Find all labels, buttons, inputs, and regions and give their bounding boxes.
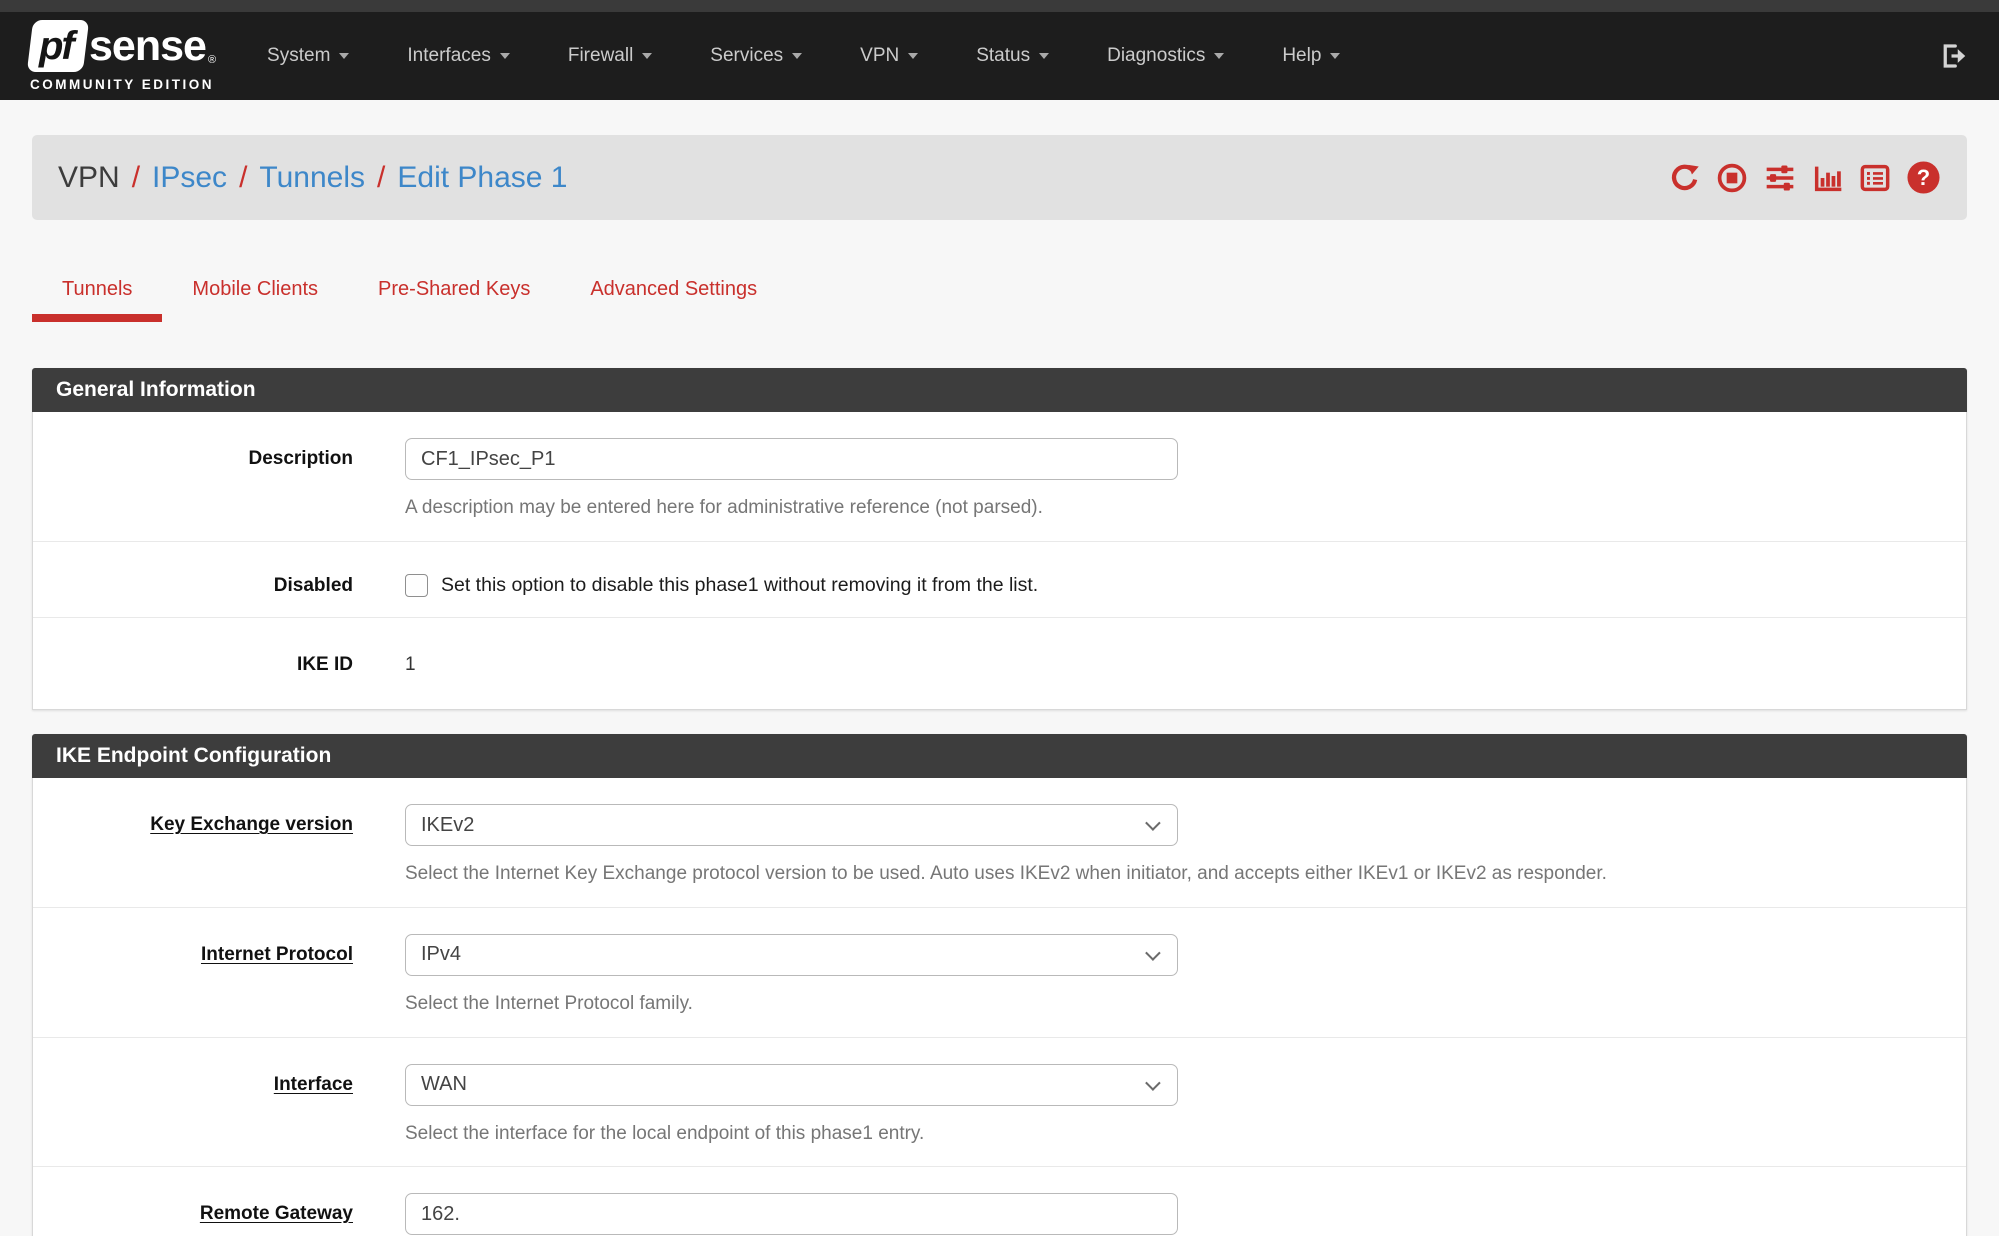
- internet-protocol-row: Internet Protocol IPv4 Select the Intern…: [33, 907, 1966, 1037]
- interface-help: Select the interface for the local endpo…: [405, 1121, 1942, 1147]
- pfsense-logo[interactable]: pf sense ® COMMUNITY EDITION: [30, 20, 216, 92]
- tab-bar: Tunnels Mobile Clients Pre-Shared Keys A…: [32, 264, 1967, 322]
- help-icon[interactable]: ?: [1906, 160, 1941, 195]
- breadcrumb: VPN / IPsec / Tunnels / Edit Phase 1: [32, 135, 1967, 220]
- internet-protocol-select[interactable]: IPv4: [405, 934, 1178, 976]
- page-action-icons: ?: [1669, 160, 1941, 195]
- chevron-down-icon: [1145, 945, 1161, 961]
- nav-item-services[interactable]: Services: [681, 12, 831, 100]
- breadcrumb-link-tunnels[interactable]: Tunnels: [259, 161, 365, 195]
- disabled-checkbox-text: Set this option to disable this phase1 w…: [441, 574, 1038, 597]
- ike-endpoint-panel: IKE Endpoint Configuration Key Exchange …: [32, 734, 1967, 1236]
- tab-advanced-settings[interactable]: Advanced Settings: [560, 264, 787, 322]
- chevron-down-icon: [792, 53, 802, 59]
- stop-circle-icon[interactable]: [1716, 162, 1748, 194]
- nav-item-help[interactable]: Help: [1253, 12, 1369, 100]
- key-exchange-help: Select the Internet Key Exchange protoco…: [405, 861, 1942, 887]
- chevron-down-icon: [1214, 53, 1224, 59]
- log-list-icon[interactable]: [1859, 162, 1891, 194]
- breadcrumb-separator: /: [239, 161, 247, 195]
- panel-title: General Information: [32, 368, 1967, 412]
- chevron-down-icon: [1039, 53, 1049, 59]
- nav-item-diagnostics[interactable]: Diagnostics: [1078, 12, 1253, 100]
- registered-mark: ®: [208, 54, 216, 66]
- sign-out-icon: [1939, 41, 1969, 71]
- description-input[interactable]: [405, 438, 1178, 480]
- remote-gateway-input[interactable]: [405, 1193, 1178, 1235]
- logout-button[interactable]: [1939, 41, 1969, 71]
- nav-item-vpn[interactable]: VPN: [831, 12, 947, 100]
- key-exchange-row: Key Exchange version IKEv2 Select the In…: [33, 778, 1966, 907]
- interface-select[interactable]: WAN: [405, 1064, 1178, 1106]
- remote-gateway-row: Remote Gateway Enter the public IP addre…: [33, 1166, 1966, 1236]
- logo-text: sense: [89, 22, 206, 71]
- description-row: Description A description may be entered…: [33, 412, 1966, 541]
- nav-item-firewall[interactable]: Firewall: [539, 12, 681, 100]
- page-content: VPN / IPsec / Tunnels / Edit Phase 1: [0, 135, 1999, 1236]
- nav-menu: System Interfaces Firewall Services VPN …: [238, 12, 1369, 100]
- breadcrumb-link-edit-phase-1[interactable]: Edit Phase 1: [397, 161, 567, 195]
- breadcrumb-link-ipsec[interactable]: IPsec: [152, 161, 227, 195]
- chevron-down-icon: [1330, 53, 1340, 59]
- ike-id-value: 1: [405, 644, 1942, 676]
- description-label: Description: [33, 438, 405, 521]
- tab-pre-shared-keys[interactable]: Pre-Shared Keys: [348, 264, 560, 322]
- refresh-icon[interactable]: [1669, 162, 1701, 194]
- internet-protocol-label: Internet Protocol: [33, 934, 405, 1017]
- nav-item-interfaces[interactable]: Interfaces: [378, 12, 538, 100]
- chevron-down-icon: [1145, 816, 1161, 832]
- breadcrumb-separator: /: [377, 161, 385, 195]
- description-help: A description may be entered here for ad…: [405, 495, 1942, 521]
- chevron-down-icon: [339, 53, 349, 59]
- tab-tunnels[interactable]: Tunnels: [32, 264, 162, 322]
- interface-row: Interface WAN Select the interface for t…: [33, 1037, 1966, 1167]
- general-information-panel: General Information Description A descri…: [32, 368, 1967, 710]
- main-navbar: pf sense ® COMMUNITY EDITION System Inte…: [0, 12, 1999, 100]
- disabled-label: Disabled: [33, 568, 405, 598]
- pf-logo-mark: pf: [27, 20, 89, 72]
- svg-text:?: ?: [1917, 165, 1930, 190]
- ike-id-row: IKE ID 1: [33, 617, 1966, 709]
- nav-item-system[interactable]: System: [238, 12, 378, 100]
- breadcrumb-root: VPN: [58, 161, 120, 195]
- nav-item-status[interactable]: Status: [947, 12, 1078, 100]
- sliders-icon[interactable]: [1763, 162, 1797, 194]
- breadcrumb-separator: /: [132, 161, 140, 195]
- key-exchange-label: Key Exchange version: [33, 804, 405, 887]
- chevron-down-icon: [1145, 1075, 1161, 1091]
- disabled-row: Disabled Set this option to disable this…: [33, 541, 1966, 618]
- window-top-strip: [0, 0, 1999, 12]
- remote-gateway-label: Remote Gateway: [33, 1193, 405, 1236]
- chevron-down-icon: [500, 53, 510, 59]
- ike-id-label: IKE ID: [33, 644, 405, 677]
- interface-label: Interface: [33, 1064, 405, 1147]
- key-exchange-select[interactable]: IKEv2: [405, 804, 1178, 846]
- tab-mobile-clients[interactable]: Mobile Clients: [162, 264, 348, 322]
- logo-subtitle: COMMUNITY EDITION: [30, 77, 216, 92]
- disabled-checkbox[interactable]: [405, 574, 428, 597]
- internet-protocol-help: Select the Internet Protocol family.: [405, 991, 1942, 1017]
- panel-title: IKE Endpoint Configuration: [32, 734, 1967, 778]
- chevron-down-icon: [908, 53, 918, 59]
- bar-chart-icon[interactable]: [1812, 162, 1844, 194]
- chevron-down-icon: [642, 53, 652, 59]
